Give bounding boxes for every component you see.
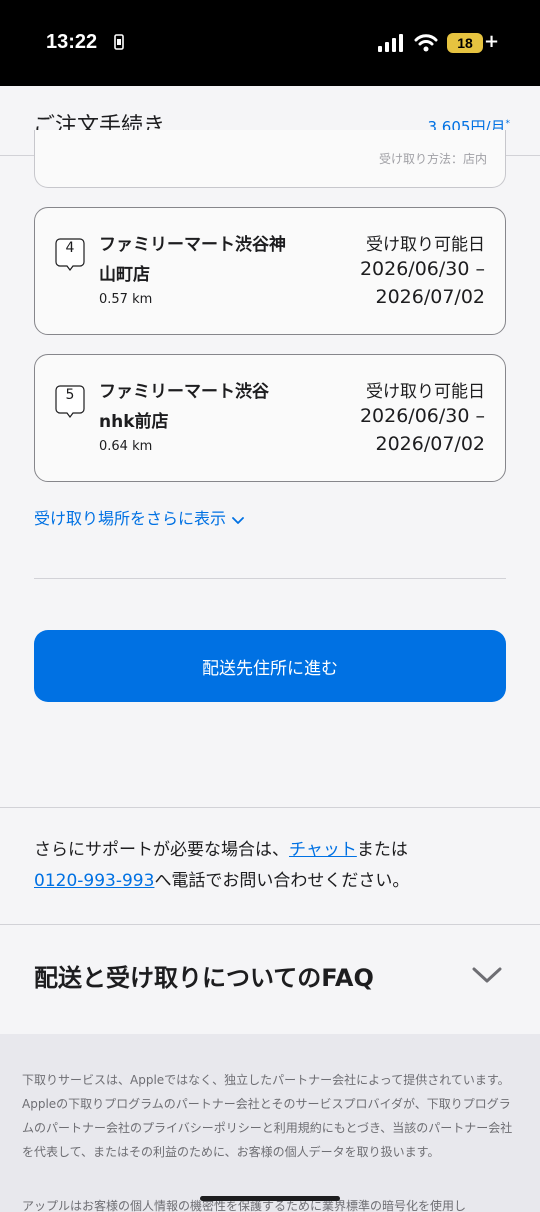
show-more-locations-link[interactable]: 受け取り場所をさらに表示 bbox=[34, 505, 244, 529]
store-name-line2: nhk前店 bbox=[99, 412, 169, 432]
pickup-date-to: 2026/07/02 bbox=[375, 286, 485, 308]
battery-icon: 18 bbox=[447, 33, 483, 53]
continue-to-shipping-button[interactable]: 配送先住所に進む bbox=[34, 630, 506, 702]
cellular-signal-icon bbox=[378, 34, 404, 56]
wifi-icon bbox=[414, 33, 438, 57]
support-text: さらにサポートが必要な場合は、チャットまたは 0120-993-993へ電話でお問… bbox=[34, 835, 514, 897]
pickup-date-to: 2026/07/02 bbox=[375, 433, 485, 455]
home-indicator[interactable] bbox=[200, 1196, 340, 1201]
show-more-label: 受け取り場所をさらに表示 bbox=[34, 509, 227, 528]
store-card[interactable]: 5 ファミリーマート渋谷 nhk前店 0.64 km 受け取り可能日 2026/… bbox=[34, 354, 506, 482]
divider bbox=[0, 807, 540, 808]
support-middle: または bbox=[356, 840, 408, 860]
chat-link[interactable]: チャット bbox=[289, 840, 357, 860]
legal-paragraph: 下取りサービスは、Appleではなく、独立したパートナー会社によって提供されてい… bbox=[22, 1073, 513, 1159]
store-distance: 0.64 km bbox=[99, 439, 153, 454]
pickup-date-from: 2026/06/30 – bbox=[359, 405, 485, 427]
faq-title[interactable]: 配送と受け取りについてのFAQ bbox=[34, 958, 374, 993]
pickup-date-from: 2026/06/30 – bbox=[359, 258, 485, 280]
store-card[interactable]: 4 ファミリーマート渋谷神 山町店 0.57 km 受け取り可能日 2026/0… bbox=[34, 207, 506, 335]
store-distance: 0.57 km bbox=[99, 292, 153, 307]
charging-plus: + bbox=[484, 31, 500, 52]
store-number: 4 bbox=[65, 240, 75, 256]
support-suffix: へ電話でお問い合わせください。 bbox=[154, 871, 410, 891]
map-pin-icon: 5 bbox=[55, 385, 85, 418]
status-time: 13:22 bbox=[46, 31, 98, 53]
store-card-partial[interactable]: 受け取り方法：店内 bbox=[34, 130, 506, 188]
map-pin-icon: 4 bbox=[55, 238, 85, 271]
store-name: ファミリーマート渋谷神 山町店 bbox=[99, 230, 309, 290]
orientation-lock-icon bbox=[113, 34, 125, 54]
chevron-down-icon[interactable] bbox=[472, 966, 502, 988]
legal-footer: 下取りサービスは、Appleではなく、独立したパートナー会社によって提供されてい… bbox=[0, 1034, 540, 1212]
pickup-method-text: 受け取り方法：店内 bbox=[378, 152, 487, 166]
pickup-label: 受け取り可能日 bbox=[366, 382, 485, 402]
store-name: ファミリーマート渋谷 nhk前店 bbox=[99, 377, 309, 437]
store-name-line1: ファミリーマート渋谷神 bbox=[99, 235, 286, 255]
chevron-down-icon bbox=[232, 510, 244, 529]
divider bbox=[34, 578, 506, 579]
store-name-line1: ファミリーマート渋谷 bbox=[99, 382, 269, 402]
price-footnote: * bbox=[505, 119, 511, 129]
status-bar: 13:22 18 + bbox=[0, 0, 540, 86]
store-number: 5 bbox=[65, 387, 75, 403]
store-name-line2: 山町店 bbox=[99, 265, 150, 285]
pickup-label: 受け取り可能日 bbox=[366, 235, 485, 255]
phone-link[interactable]: 0120-993-993 bbox=[34, 871, 154, 891]
divider bbox=[0, 924, 540, 925]
support-prefix: さらにサポートが必要な場合は、 bbox=[34, 840, 289, 860]
